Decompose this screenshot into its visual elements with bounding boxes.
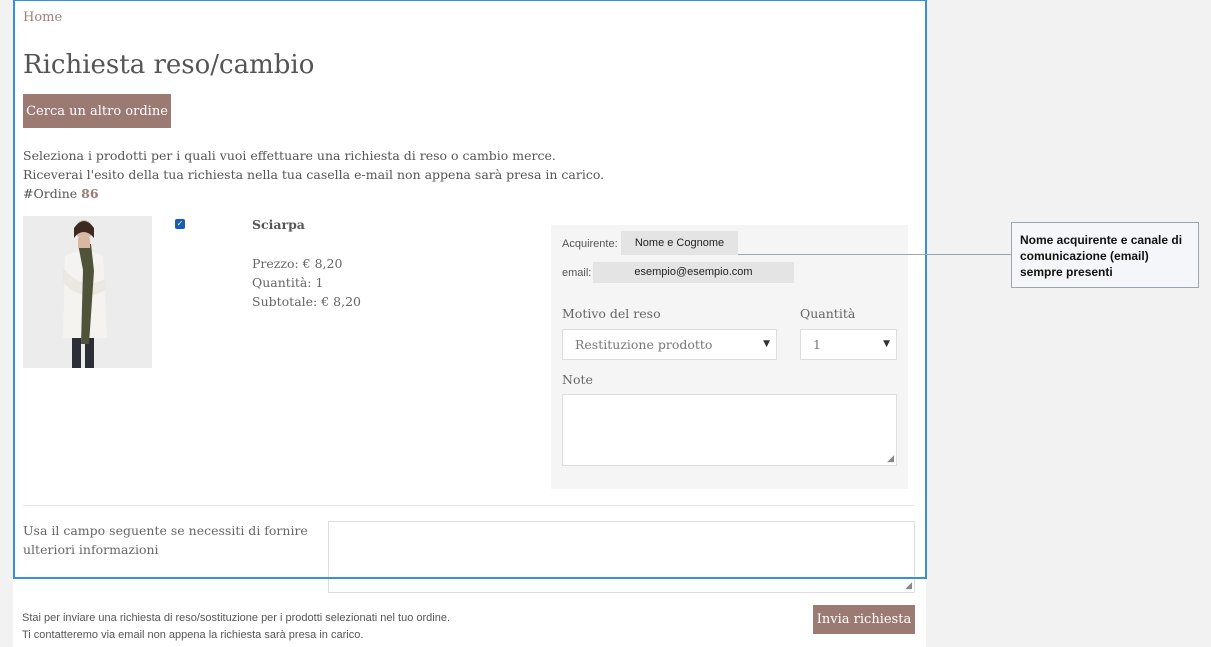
search-another-order-button[interactable]: Cerca un altro ordine bbox=[23, 94, 171, 128]
notes-textarea[interactable]: ◢ bbox=[562, 394, 897, 466]
page-title: Richiesta reso/cambio bbox=[23, 50, 315, 80]
chevron-down-icon: ▼ bbox=[763, 339, 770, 349]
resize-grip-icon[interactable]: ◢ bbox=[905, 582, 912, 591]
footer-line-1: Stai per inviare una richiesta di reso/s… bbox=[22, 612, 451, 624]
intro-line-1: Seleziona i prodotti per i quali vuoi ef… bbox=[23, 148, 556, 163]
notes-label: Note bbox=[562, 372, 593, 387]
footer-line-2: Ti contatteremo via email non appena la … bbox=[22, 629, 364, 641]
annotation-callout: Nome acquirente e canale di comunicazion… bbox=[1011, 222, 1199, 288]
order-id: #Ordine 86 bbox=[23, 184, 604, 203]
return-form-panel: Acquirente: Nome e Cognome email: esempi… bbox=[551, 225, 908, 489]
extra-info-textarea[interactable]: ◢ bbox=[328, 521, 915, 593]
buyer-name-field: Nome e Cognome bbox=[621, 231, 738, 255]
breadcrumb-home[interactable]: Home bbox=[23, 10, 62, 25]
buyer-label: Acquirente: bbox=[562, 238, 618, 250]
section-divider bbox=[23, 505, 914, 506]
product-photo-illustration bbox=[23, 216, 152, 368]
callout-connector bbox=[738, 254, 1011, 255]
product-name: Sciarpa bbox=[252, 217, 305, 232]
product-select-checkbox[interactable]: ✓ bbox=[175, 219, 185, 229]
reason-select-value: Restituzione prodotto bbox=[575, 337, 713, 352]
intro-line-2: Riceverai l'esito della tua richiesta ne… bbox=[23, 167, 605, 182]
reason-label: Motivo del reso bbox=[562, 306, 661, 321]
chevron-down-icon: ▼ bbox=[883, 339, 890, 349]
intro-text: Seleziona i prodotti per i quali vuoi ef… bbox=[23, 146, 604, 203]
extra-info-label: Usa il campo seguente se necessiti di fo… bbox=[23, 523, 308, 557]
buyer-email-field: esempio@esempio.com bbox=[593, 262, 794, 283]
order-prefix: #Ordine bbox=[23, 186, 78, 201]
submit-request-button[interactable]: Invia richiesta bbox=[813, 605, 915, 634]
product-details: Prezzo: € 8,20 Quantità: 1 Subtotale: € … bbox=[252, 254, 361, 311]
product-price: Prezzo: € 8,20 bbox=[252, 256, 343, 271]
product-quantity: Quantità: 1 bbox=[252, 275, 324, 290]
order-number: 86 bbox=[81, 186, 99, 201]
resize-grip-icon[interactable]: ◢ bbox=[887, 455, 894, 464]
email-label: email: bbox=[562, 267, 592, 279]
product-image bbox=[23, 216, 152, 368]
footer-note: Stai per inviare una richiesta di reso/s… bbox=[22, 610, 450, 644]
quantity-label: Quantità bbox=[800, 306, 856, 321]
quantity-select[interactable]: 1 ▼ bbox=[800, 329, 897, 360]
reason-select[interactable]: Restituzione prodotto ▼ bbox=[562, 329, 777, 360]
quantity-select-value: 1 bbox=[813, 337, 821, 352]
product-subtotal: Subtotale: € 8,20 bbox=[252, 294, 361, 309]
